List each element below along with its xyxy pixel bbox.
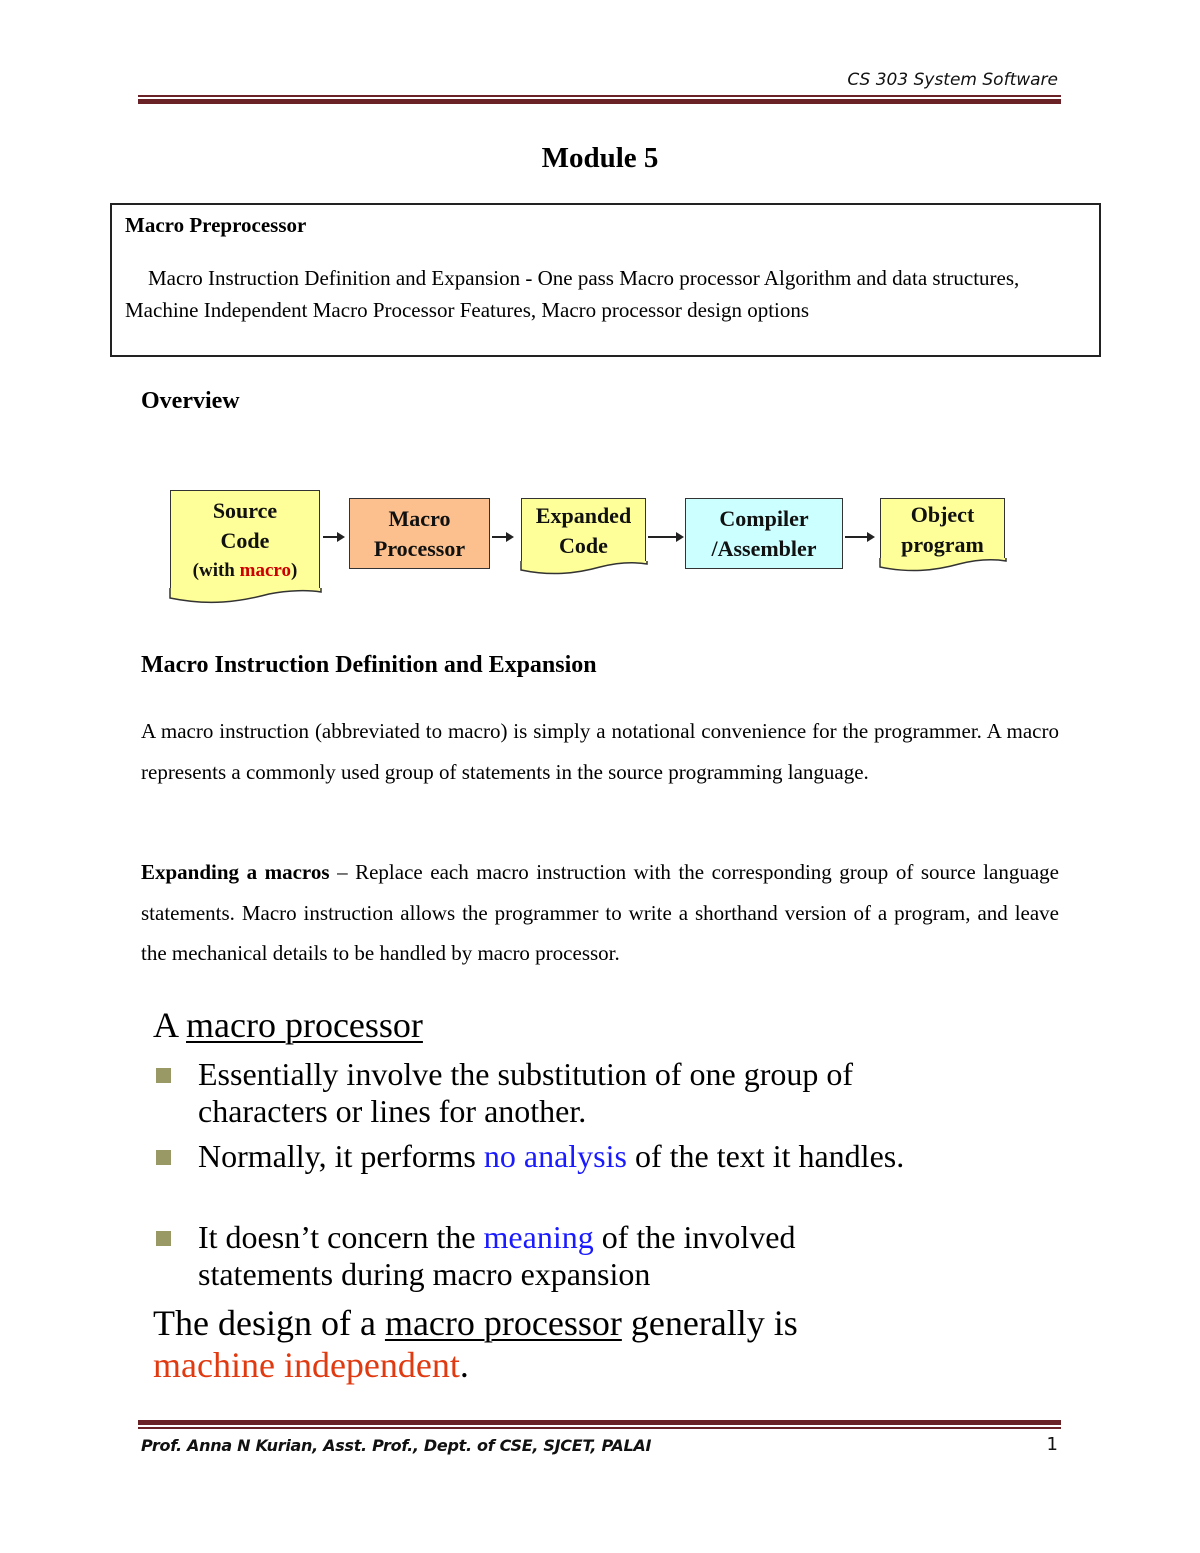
flow-arrow [648,532,684,542]
document-wave [879,558,1007,572]
section-heading: Macro Instruction Definition and Expansi… [141,652,597,678]
bullet-icon [156,1150,171,1165]
flow-node-label: Compiler [719,505,809,531]
document-wave [520,561,648,575]
syllabus-description: Macro Instruction Definition and Expansi… [125,266,1020,322]
bullet-icon [156,1231,171,1246]
flow-arrow [492,532,514,542]
syllabus-heading: Macro Preprocessor [125,213,307,237]
document-wave [169,588,322,604]
flow-node-expanded-code: Expanded Code [521,498,646,563]
page-number: 1 [1046,1434,1058,1455]
module-title: Module 5 [541,142,659,174]
overview-heading: Overview [141,388,240,414]
term-expanding-macros: Expanding a macros [141,860,330,884]
header-divider [138,95,1061,104]
paragraph-expanding-macros: Expanding a macros – Replace each macro … [141,860,1059,965]
flow-diagram: Source Code (with macro) Macro Processor… [160,485,1020,610]
flow-node-label: program [901,531,984,557]
footer-author: Prof. Anna N Kurian, Asst. Prof., Dept. … [141,1436,652,1455]
slide-title: A macro processor [153,1005,423,1045]
paragraph-macro-definition: A macro instruction (abbreviated to macr… [141,719,1059,784]
flow-node-compiler-assembler: Compiler /Assembler [685,498,843,569]
flow-node-object-program: Object program [880,498,1005,560]
flow-node-macro-processor: Macro Processor [349,498,490,569]
slide-image-macro-processor: A macro processor Essentially involve th… [150,1000,930,1400]
flow-node-source-code: Source Code (with macro) [170,490,320,590]
slide-conclusion: The design of a macro processor generall… [153,1303,798,1385]
flow-node-label: /Assembler [711,535,817,561]
flow-node-label: Macro [388,505,451,531]
flow-node-label: Expanded [535,503,632,528]
slide-bullet: It doesn’t concern the meaning of the in… [198,1219,796,1292]
flow-node-label: Object [910,501,975,527]
footer-divider [138,1420,1061,1429]
course-title: CS 303 System Software [847,70,1058,90]
flow-node-label: Source [212,497,278,523]
flow-node-label: Code [220,527,270,553]
slide-bullet: Essentially involve the substitution of … [198,1056,854,1129]
flow-arrow [845,532,875,542]
flow-node-label: Code [559,533,608,558]
flow-node-label: Processor [373,535,466,561]
bullet-icon [156,1068,171,1083]
flow-arrow [323,532,345,542]
slide-bullet: Normally, it performs no analysis of the… [198,1138,905,1174]
flow-node-sublabel: (with macro) [192,559,298,581]
